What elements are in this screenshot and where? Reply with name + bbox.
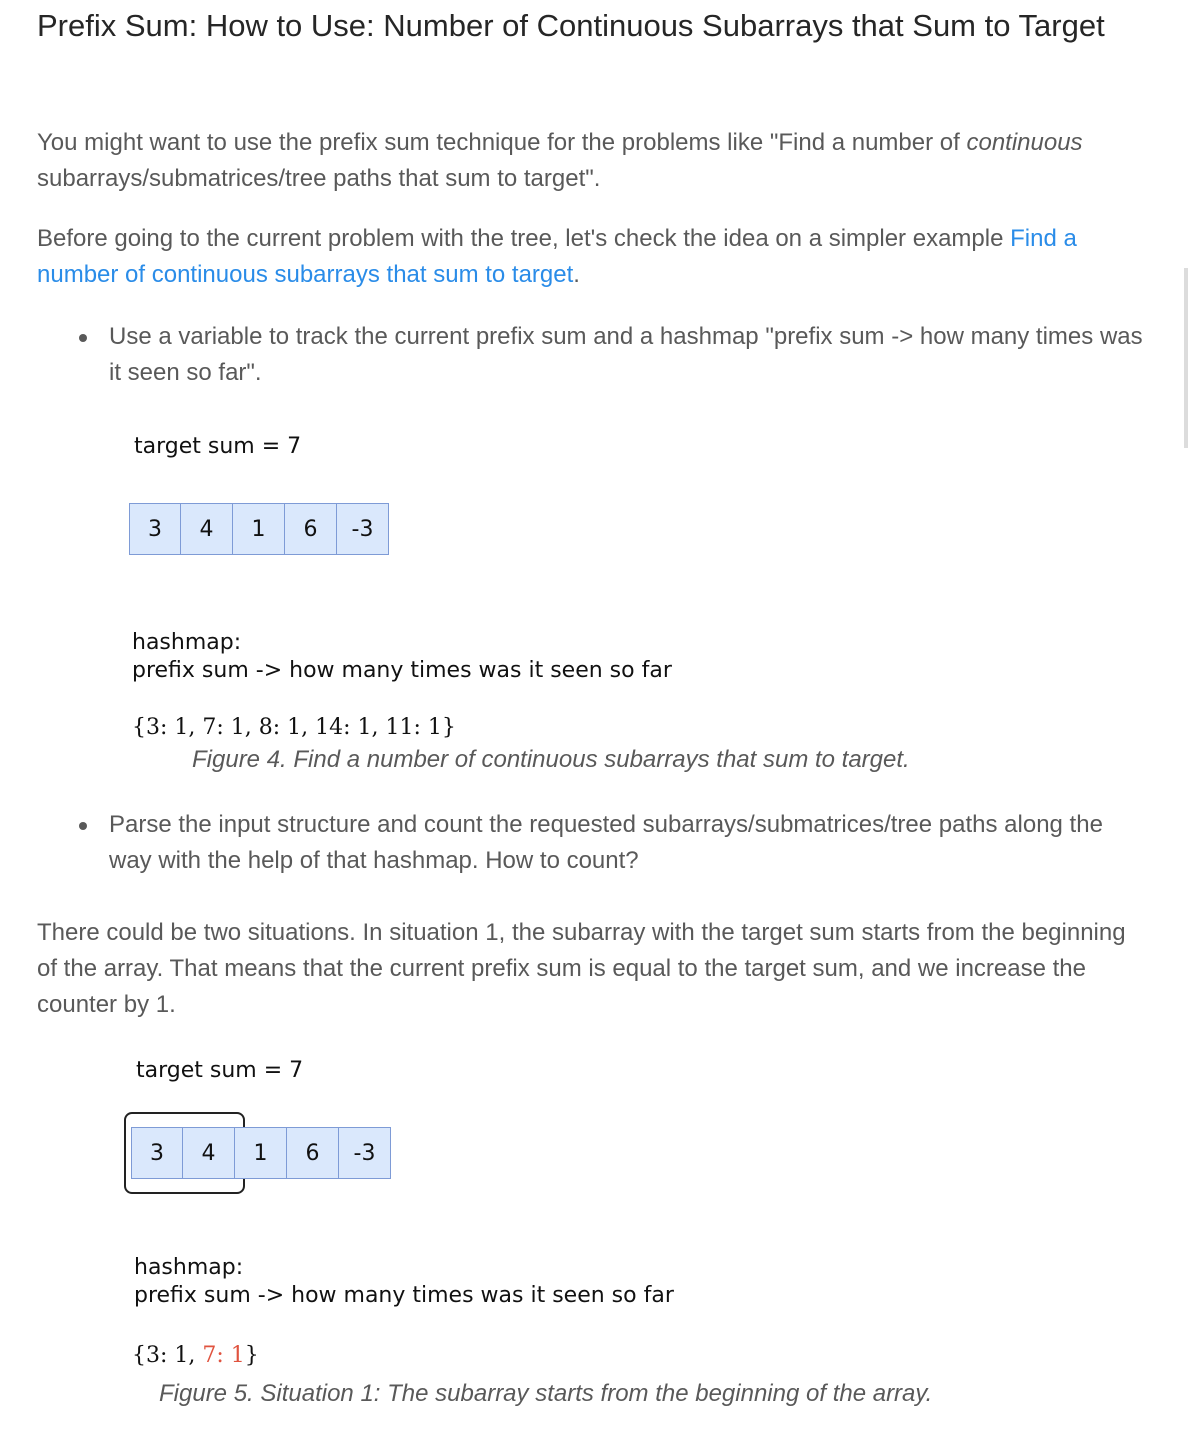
array-cell: 4 [181,503,233,555]
array-cell: 6 [287,1127,339,1179]
intro-paragraph: You might want to use the prefix sum tec… [37,125,1147,197]
hashmap-label: hashmap: [134,1255,244,1280]
array-cell: 3 [131,1127,183,1179]
hashmap-value: {3: 1, 7: 1, 8: 1, 14: 1, 11: 1} [132,715,456,740]
hashmap-value-close: } [244,1343,259,1368]
array-cell: -3 [339,1127,391,1179]
target-sum-label: target sum = 7 [136,1058,304,1083]
array-diagram: 3 4 1 6 -3 [131,1127,391,1179]
before-problem-end: . [573,261,580,288]
figure-caption: Figure 5. Situation 1: The subarray star… [159,1380,933,1407]
bullet-text: Parse the input structure and count the … [109,811,1103,874]
page-title: Prefix Sum: How to Use: Number of Contin… [37,8,1105,43]
hashmap-value-open: {3: 1, [132,1343,203,1368]
array-cell: -3 [337,503,389,555]
hashmap-description: prefix sum -> how many times was it seen… [132,658,672,683]
target-sum-label: target sum = 7 [134,434,302,459]
array-cell: 3 [129,503,181,555]
hashmap-highlight-entry: 7: 1 [202,1343,245,1368]
bullet-item: Use a variable to track the current pref… [79,319,1149,391]
bullet-text: Use a variable to track the current pref… [109,323,1143,386]
hashmap-value: {3: 1, 7: 1} [132,1343,259,1368]
figure-caption: Figure 4. Find a number of continuous su… [192,746,910,773]
array-cell: 1 [233,503,285,555]
scrollbar[interactable] [1184,268,1188,448]
hashmap-description: prefix sum -> how many times was it seen… [134,1283,674,1308]
bullet-item: Parse the input structure and count the … [79,807,1149,879]
array-diagram: 3 4 1 6 -3 [129,503,389,555]
bullet-dot-icon [79,334,87,342]
situation-paragraph: There could be two situations. In situat… [37,919,1126,1018]
intro-emphasis: continuous [966,129,1083,156]
before-problem-text: Before going to the current problem with… [37,225,1011,252]
intro-text-end: subarrays/submatrices/tree paths that su… [37,165,601,192]
intro-text-start: You might want to use the prefix sum tec… [37,129,967,156]
hashmap-label: hashmap: [132,630,242,655]
array-cell: 1 [235,1127,287,1179]
before-problem-paragraph: Before going to the current problem with… [37,221,1147,293]
array-cell: 4 [183,1127,235,1179]
array-cell: 6 [285,503,337,555]
bullet-dot-icon [79,822,87,830]
